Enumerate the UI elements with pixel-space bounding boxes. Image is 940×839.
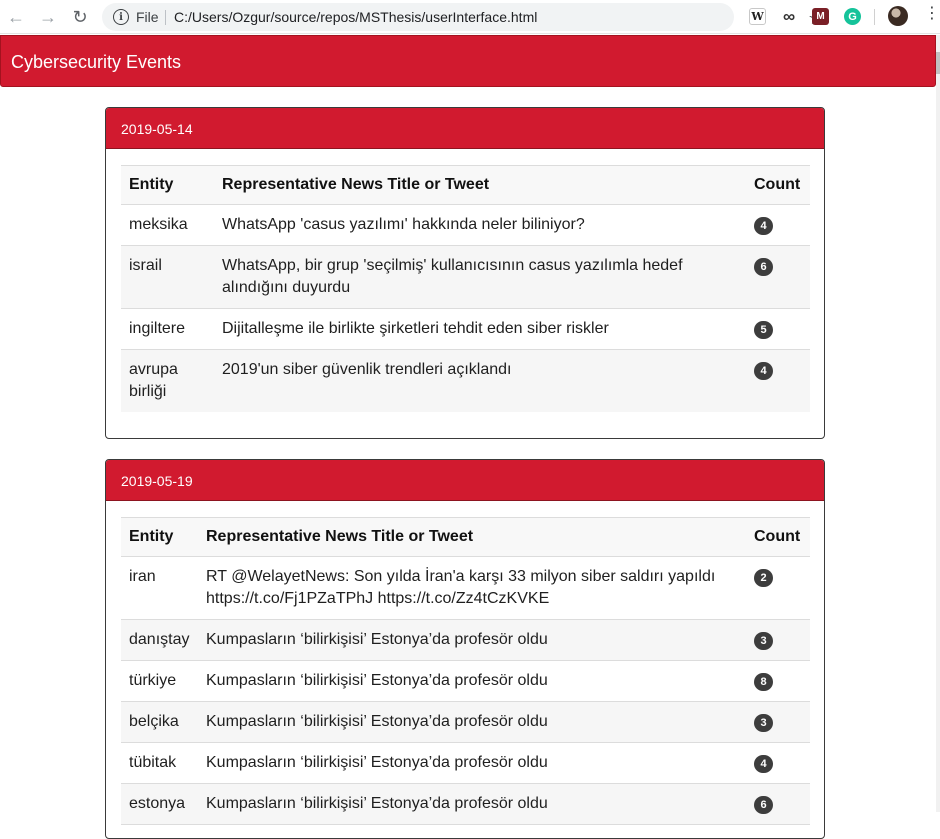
table-row: türkiye Kumpasların ‘bilirkişisi’ Estony… [121,660,810,702]
table-row: meksika WhatsApp 'casus yazılımı' hakkın… [121,204,810,246]
column-header-entity: Entity [121,517,198,557]
table-row: ingiltere Dijitalleşme ile birlikte şirk… [121,308,810,350]
title-cell: Kumpasların ‘bilirkişisi’ Estonya’da pro… [198,742,746,784]
count-badge: 6 [754,258,773,276]
column-header-title: Representative News Title or Tweet [214,165,746,205]
table-row: danıştay Kumpasların ‘bilirkişisi’ Eston… [121,619,810,661]
column-header-count: Count [746,165,810,205]
title-cell: Kumpasların ‘bilirkişisi’ Estonya’da pro… [198,701,746,743]
entity-cell: estonya [121,783,198,825]
table-row: estonya Kumpasların ‘bilirkişisi’ Estony… [121,783,810,825]
scrollbar-thumb[interactable] [936,52,940,74]
count-badge: 3 [754,714,773,732]
table-header-row: Entity Representative News Title or Twee… [121,517,810,557]
title-cell: Dijitalleşme ile birlikte şirketleri teh… [214,308,746,350]
page-title: Cybersecurity Events [11,52,182,72]
count-cell: 5 [746,308,810,350]
entity-cell: türkiye [121,660,198,702]
event-date: 2019-05-14 [121,121,193,137]
count-badge: 4 [754,217,773,235]
count-badge: 4 [754,362,773,380]
event-card: 2019-05-19 Entity Representative News Ti… [105,459,825,839]
events-table: Entity Representative News Title or Twee… [121,165,810,412]
title-cell: WhatsApp, bir grup 'seçilmiş' kullanıcıs… [214,245,746,309]
count-cell: 3 [746,701,810,743]
column-header-entity: Entity [121,165,214,205]
count-cell: 6 [746,245,810,309]
title-cell: RT @WelayetNews: Son yılda İran'a karşı … [198,556,746,620]
address-bar[interactable]: i File C:/Users/Ozgur/source/repos/MSThe… [102,3,824,31]
count-cell: 4 [746,349,810,412]
scrollbar-track[interactable] [936,35,940,812]
count-badge: 2 [754,569,773,587]
entity-cell: israil [121,245,214,309]
count-cell: 3 [746,619,810,661]
file-scheme-label: File [136,9,159,25]
table-row: avrupa birliği 2019'un siber güvenlik tr… [121,349,810,412]
entity-cell: avrupa birliği [121,349,214,412]
count-cell: 4 [746,742,810,784]
info-icon[interactable]: i [113,9,129,25]
event-date: 2019-05-19 [121,473,193,489]
count-badge: 8 [754,673,773,691]
wikipedia-extension-icon[interactable]: W [749,8,766,25]
table-row: belçika Kumpasların ‘bilirkişisi’ Estony… [121,701,810,743]
grammarly-extension-icon[interactable]: G [844,8,861,25]
count-badge: 6 [754,796,773,814]
column-header-title: Representative News Title or Tweet [198,517,746,557]
event-card: 2019-05-14 Entity Representative News Ti… [105,107,825,439]
table-row: israil WhatsApp, bir grup 'seçilmiş' kul… [121,245,810,309]
event-card-header: 2019-05-19 [106,460,824,501]
entity-cell: belçika [121,701,198,743]
page-header: Cybersecurity Events [0,35,936,87]
count-cell: 6 [746,783,810,825]
title-cell: 2019'un siber güvenlik trendleri açıklan… [214,349,746,412]
forward-arrow-icon[interactable]: → [36,5,60,29]
count-cell: 8 [746,660,810,702]
reload-icon[interactable]: ↻ [68,5,92,29]
profile-avatar[interactable] [888,6,908,26]
entity-cell: iran [121,556,198,620]
column-header-count: Count [746,517,810,557]
count-badge: 3 [754,632,773,650]
title-cell: WhatsApp 'casus yazılımı' hakkında neler… [214,204,746,246]
title-cell: Kumpasların ‘bilirkişisi’ Estonya’da pro… [198,783,746,825]
count-cell: 4 [746,204,810,246]
count-badge: 5 [754,321,773,339]
count-badge: 4 [754,755,773,773]
entity-cell: meksika [121,204,214,246]
kebab-menu-icon[interactable]: ⋮ [924,6,940,22]
toolbar-divider [874,9,875,25]
mendeley-extension-icon[interactable]: M [812,8,829,25]
title-cell: Kumpasların ‘bilirkişisi’ Estonya’da pro… [198,660,746,702]
url-divider [165,10,166,25]
entity-cell: ingiltere [121,308,214,350]
url-text[interactable]: C:/Users/Ozgur/source/repos/MSThesis/use… [174,9,537,25]
event-card-header: 2019-05-14 [106,108,824,149]
infinity-extension-icon[interactable]: ∞ [779,7,799,26]
table-row: tübitak Kumpasların ‘bilirkişisi’ Estony… [121,742,810,784]
table-row: iran RT @WelayetNews: Son yılda İran'a k… [121,556,810,620]
entity-cell: tübitak [121,742,198,784]
entity-cell: danıştay [121,619,198,661]
table-header-row: Entity Representative News Title or Twee… [121,165,810,205]
browser-toolbar: ← → ↻ i File C:/Users/Ozgur/source/repos… [0,0,940,34]
events-table: Entity Representative News Title or Twee… [121,517,810,825]
count-cell: 2 [746,556,810,620]
back-arrow-icon[interactable]: ← [4,5,28,29]
title-cell: Kumpasların ‘bilirkişisi’ Estonya’da pro… [198,619,746,661]
